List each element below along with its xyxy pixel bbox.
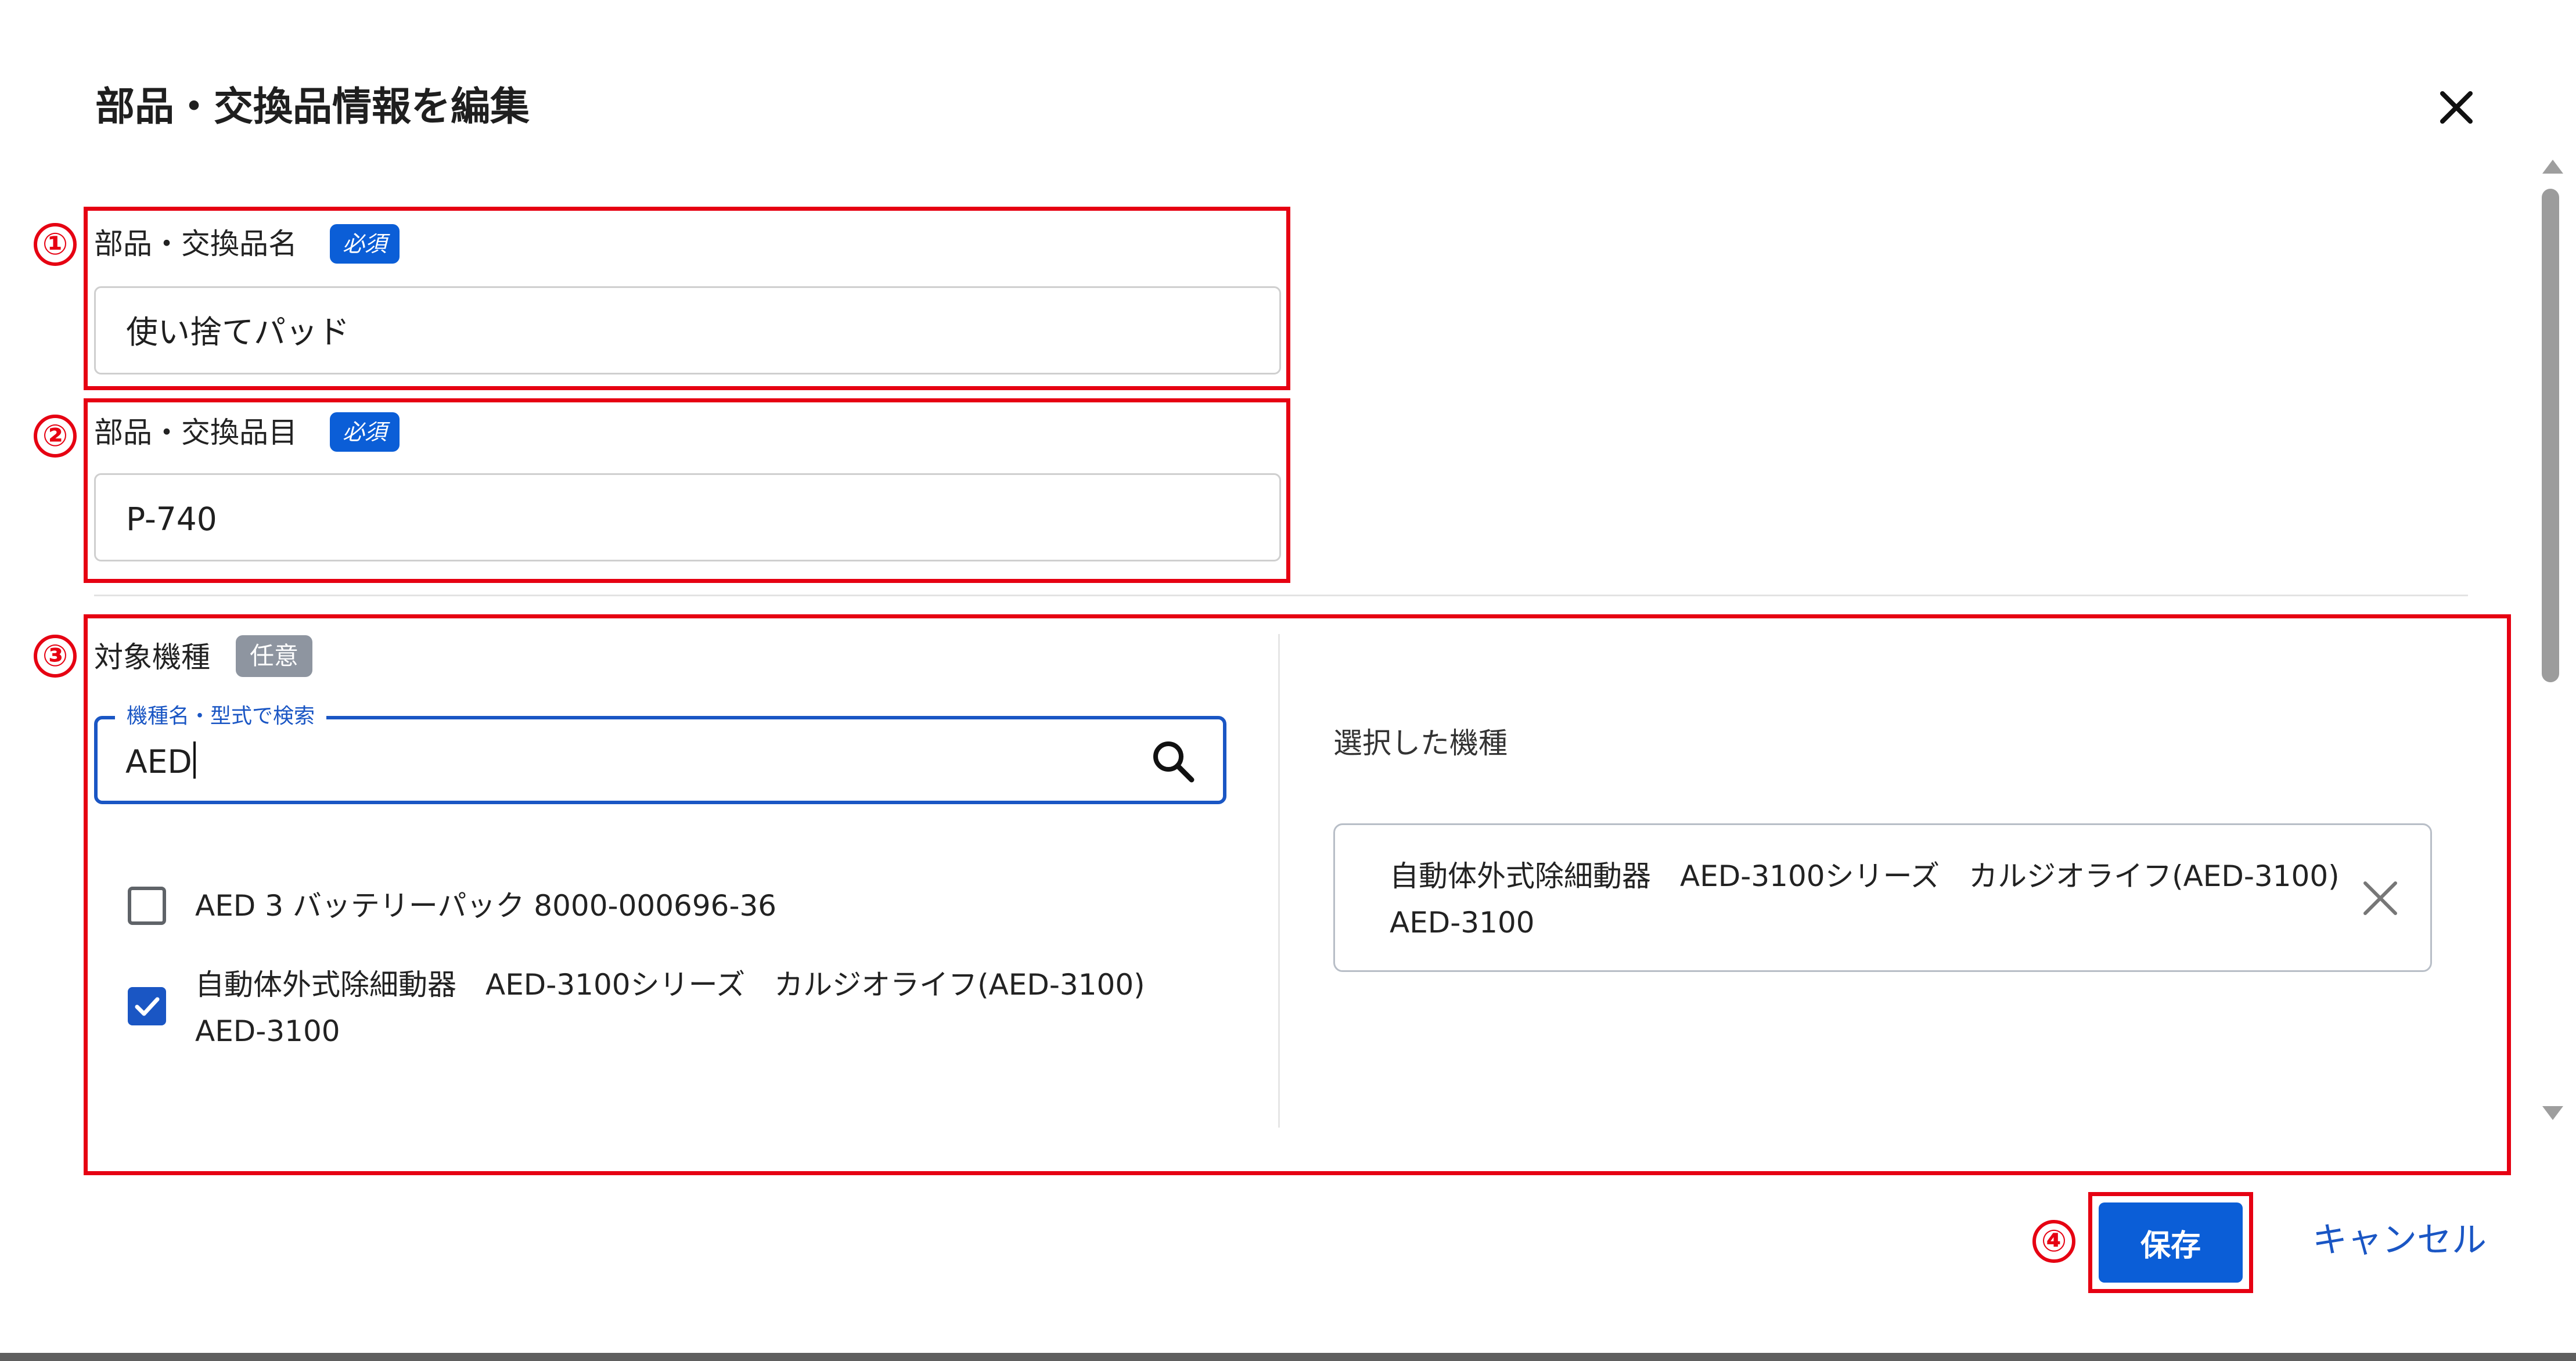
remove-selected-icon[interactable]: [2358, 876, 2402, 920]
annotation-step-3: ③: [34, 635, 77, 678]
search-result-label: 自動体外式除細動器 AED-3100シリーズ カルジオライフ(AED-3100)…: [195, 962, 1145, 1054]
cancel-button[interactable]: キャンセル: [2312, 1211, 2487, 1269]
selected-model-card: 自動体外式除細動器 AED-3100シリーズ カルジオライフ(AED-3100)…: [1333, 823, 2432, 972]
part-number-input[interactable]: P-740: [94, 473, 1281, 561]
checkbox-unchecked[interactable]: [128, 887, 166, 925]
annotation-step-1: ①: [34, 223, 77, 266]
part-name-label: 部品・交換品名: [94, 227, 297, 261]
edit-part-dialog: 部品・交換品情報を編集 ① 部品・交換品名 必須 使い捨てパッド ② 部品・交換…: [0, 0, 2576, 1353]
annotation-step-4: ④: [2032, 1220, 2075, 1263]
search-result-line1: AED 3 バッテリーパック 8000-000696-36: [195, 889, 777, 923]
search-result-line2: AED-3100: [195, 1014, 340, 1048]
search-result-line1: 自動体外式除細動器 AED-3100シリーズ カルジオライフ(AED-3100): [195, 968, 1145, 1002]
required-badge: 必須: [330, 224, 400, 264]
text-caret: [193, 741, 196, 779]
selected-model-line2: AED-3100: [1390, 906, 1535, 939]
model-search-field[interactable]: 機種名・型式で検索 AED: [94, 702, 1226, 804]
scroll-down-arrow-icon[interactable]: [2542, 1106, 2563, 1120]
part-name-value: 使い捨てパッド: [126, 314, 350, 351]
selected-model-label: 自動体外式除細動器 AED-3100シリーズ カルジオライフ(AED-3100)…: [1390, 853, 2340, 946]
close-icon: [2440, 91, 2473, 124]
search-input-value: AED: [125, 743, 192, 780]
scroll-up-arrow-icon[interactable]: [2542, 160, 2563, 174]
annotation-step-2: ②: [34, 415, 77, 458]
column-divider: [1278, 634, 1280, 1128]
target-models-label: 対象機種: [94, 640, 210, 674]
optional-badge: 任意: [236, 635, 313, 677]
save-button[interactable]: 保存: [2099, 1202, 2243, 1283]
dialog-title: 部品・交換品情報を編集: [95, 84, 530, 130]
scroll-thumb[interactable]: [2542, 189, 2559, 682]
search-field-label: 機種名・型式で検索: [115, 702, 327, 731]
checkmark-icon: [135, 997, 160, 1016]
part-number-value: P-740: [126, 501, 217, 538]
search-icon[interactable]: [1149, 737, 1199, 787]
selected-models-title: 選択した機種: [1333, 726, 1508, 760]
part-number-label: 部品・交換品目: [94, 416, 297, 449]
section-divider: [94, 595, 2468, 596]
search-result-item[interactable]: 自動体外式除細動器 AED-3100シリーズ カルジオライフ(AED-3100)…: [128, 962, 1145, 1054]
part-name-input[interactable]: 使い捨てパッド: [94, 286, 1281, 375]
search-result-item[interactable]: AED 3 バッテリーパック 8000-000696-36: [128, 883, 776, 929]
search-result-label: AED 3 バッテリーパック 8000-000696-36: [195, 883, 776, 929]
selected-model-line1: 自動体外式除細動器 AED-3100シリーズ カルジオライフ(AED-3100): [1390, 859, 2340, 893]
required-badge: 必須: [330, 412, 400, 452]
close-button[interactable]: [2427, 78, 2485, 136]
checkbox-checked[interactable]: [128, 987, 166, 1025]
search-input[interactable]: AED: [125, 740, 196, 784]
scrollbar[interactable]: [2535, 154, 2564, 1124]
